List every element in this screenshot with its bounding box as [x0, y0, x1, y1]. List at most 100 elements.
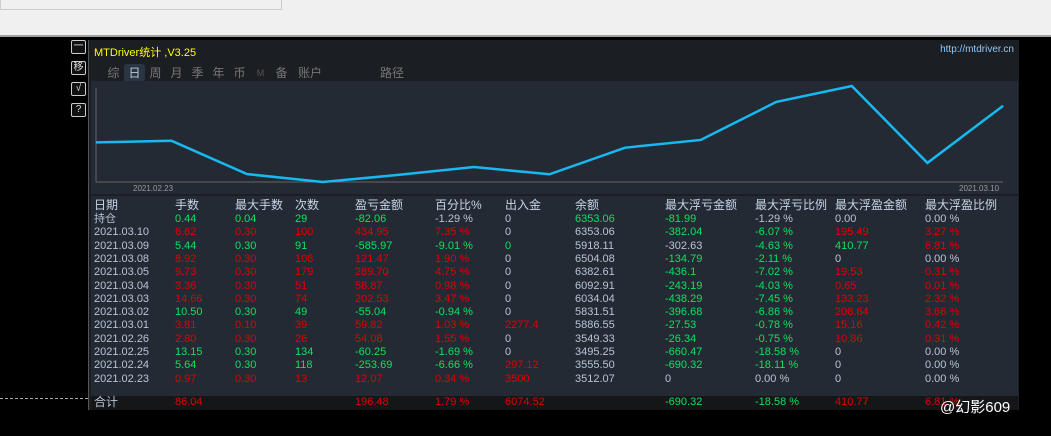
cell-9: -4.03 % — [755, 279, 793, 292]
cell-3: 118 — [295, 359, 313, 372]
cell-10: 15.16 — [835, 319, 863, 332]
cell-11: 3.66 % — [925, 306, 960, 319]
cell-10: 19.53 — [835, 266, 863, 279]
equity-point — [95, 141, 97, 143]
cell-11: 0.00 % — [925, 346, 960, 358]
table-row: 2021.03.04 3.36 0.30 51 58.87 0.98 % 0 6092.91 -… — [91, 280, 1018, 293]
cell-9: 0.00 % — [755, 372, 790, 385]
panel-title: MTDriver统计 ,V3.25 — [94, 47, 197, 59]
cell-9: -7.02 % — [755, 266, 793, 279]
toolbar-buttons — [0, 0, 282, 10]
cell-9: -7.45 % — [755, 292, 793, 305]
cell-11: 0.42 % — [925, 319, 960, 332]
cell-8: -690.32 — [665, 359, 703, 372]
cell-9: -18.11 % — [755, 359, 799, 372]
cell-8: -26.34 — [665, 332, 697, 345]
tab-2[interactable]: 周 — [145, 64, 166, 82]
cell-0: 2021.03.05 — [94, 266, 150, 279]
cell-1: 10.50 — [175, 306, 203, 319]
tab-9[interactable]: 账户 — [292, 64, 328, 82]
table-row: 2021.03.05 9.73 0.30 179 289.70 4.75 % 0 6382.6… — [91, 266, 1018, 279]
cell-9: -1.29 % — [755, 213, 793, 225]
cell-8: 0 — [665, 372, 672, 385]
tab-5[interactable]: 年 — [208, 64, 229, 82]
tab-0[interactable]: 综 — [103, 64, 124, 82]
cell-8: -396.68 — [665, 306, 703, 319]
cell-3: 108 — [295, 252, 314, 265]
cell-2: 0.30 — [235, 346, 257, 358]
cell-6: 0 — [505, 213, 512, 225]
cell-11: 0.00 % — [925, 372, 960, 385]
cell-1: 8.92 — [175, 252, 197, 265]
cell-8: -302.63 — [665, 239, 703, 252]
cell-10: 0 — [835, 346, 842, 358]
tab-4[interactable]: 季 — [187, 64, 208, 82]
cell-2: 0.30 — [235, 226, 257, 239]
side-button-2[interactable]: √ — [71, 82, 86, 96]
table-row: 2021.02.23 0.97 0.30 13 12.07 0.34 % 3500 3512.… — [91, 373, 1018, 386]
cell-0: 2021.03.02 — [94, 306, 150, 319]
cell-10: 410.77 — [835, 239, 869, 252]
cell-5: 3.47 % — [435, 292, 470, 305]
cell-4: 58.87 — [355, 279, 383, 292]
tab-8[interactable]: 备 — [271, 64, 292, 82]
cell-6: 0 — [505, 292, 512, 305]
cell-7: 5886.55 — [575, 319, 615, 332]
total-cell-0: 合计 — [94, 395, 119, 409]
cell-9: -0.78 % — [755, 319, 793, 332]
total-cell-1: 86.04 — [175, 396, 203, 408]
total-cell-6: 6074.52 — [505, 396, 545, 408]
equity-point — [549, 173, 550, 175]
side-button-1[interactable]: 移 — [71, 61, 86, 75]
cell-6: 出入金 — [505, 198, 542, 212]
table-row: 2021.03.03 14.66 0.30 74 202.53 3.47 % 0 6034.0… — [91, 293, 1018, 306]
cell-9: -2.11 % — [755, 252, 793, 265]
cell-5: 4.75 % — [435, 266, 470, 279]
cell-7: 6382.61 — [575, 266, 615, 279]
cell-7: 6353.06 — [575, 226, 615, 239]
equity-point — [246, 173, 248, 175]
cell-11: 0.00 % — [925, 359, 960, 372]
stats-table: 日期 手数 最大手数 次数 盈亏金额 百分比% 出入金 余额 最大浮亏金额 最大浮亏比例 最大浮盈金… — [91, 196, 1018, 410]
cell-10: 10.86 — [835, 332, 863, 345]
grid-line — [0, 398, 88, 399]
cell-9: 最大浮亏比例 — [755, 198, 828, 212]
cell-10: 0.00 — [835, 213, 857, 225]
tab-3[interactable]: 月 — [166, 64, 187, 82]
cell-5: 1.90 % — [435, 252, 470, 265]
cell-5: -0.94 % — [435, 306, 473, 319]
cell-11: 0.00 % — [925, 213, 960, 225]
cell-1: 0.97 — [175, 372, 197, 385]
cell-7: 余额 — [575, 198, 600, 212]
cell-1: 0.44 — [175, 213, 197, 225]
tab-10[interactable]: 路径 — [376, 64, 408, 82]
cell-6: 0 — [505, 332, 512, 345]
cell-10: 0 — [835, 252, 842, 265]
cell-7: 5831.51 — [575, 306, 615, 319]
cell-6: 2277.4 — [505, 319, 539, 332]
cell-1: 手数 — [175, 198, 200, 212]
cell-3: 91 — [295, 239, 308, 252]
tab-1[interactable]: 日 — [124, 64, 145, 82]
cell-7: 6504.08 — [575, 252, 615, 265]
cell-8: 最大浮亏金额 — [665, 198, 738, 212]
cell-2: 0.30 — [235, 292, 257, 305]
cell-11: 0.31 % — [925, 266, 960, 279]
tab-7[interactable]: M — [250, 64, 271, 82]
total-cell-4: 196.48 — [355, 396, 389, 408]
toolbar — [0, 0, 1051, 37]
side-button-3[interactable]: ? — [71, 103, 86, 117]
side-button-0[interactable]: 一 — [71, 40, 86, 54]
website-link[interactable]: http://mtdriver.cn — [940, 44, 1014, 55]
cell-0: 2021.02.23 — [94, 372, 150, 385]
cell-7: 3555.50 — [575, 359, 615, 372]
cell-5: -6.66 % — [435, 359, 473, 372]
cell-5: 7.35 % — [435, 226, 470, 239]
cell-9: -6.07 % — [755, 226, 793, 239]
cell-10: 133.23 — [835, 292, 869, 305]
tab-6[interactable]: 币 — [229, 64, 250, 82]
cell-10: 0 — [835, 359, 842, 372]
cell-11: 2.32 % — [925, 292, 960, 305]
equity-point — [171, 140, 173, 142]
cell-5: 1.55 % — [435, 332, 470, 345]
